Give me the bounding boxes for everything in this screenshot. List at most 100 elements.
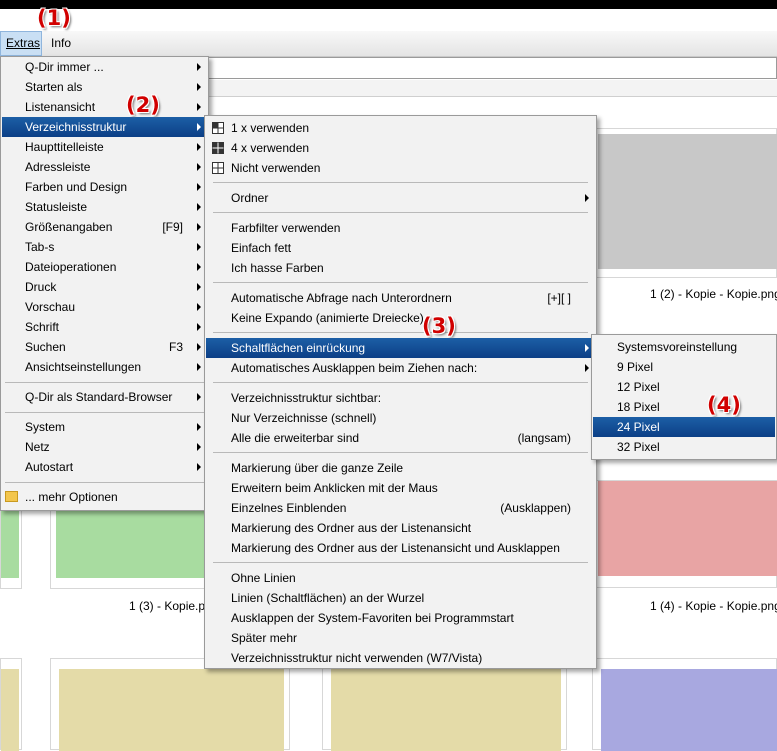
menu-item-label: ... mehr Optionen — [25, 490, 118, 504]
callout-4: (4) — [707, 393, 741, 417]
menu-item-label: Ordner — [231, 191, 269, 205]
menu-item-tabs[interactable]: Tab-s — [2, 237, 207, 257]
menu-item-schrift[interactable]: Schrift — [2, 317, 207, 337]
menu-item-statusleiste[interactable]: Statusleiste — [2, 197, 207, 217]
menu-item-24-pixel[interactable]: 24 Pixel — [593, 417, 775, 437]
menu-item-farben-design[interactable]: Farben und Design — [2, 177, 207, 197]
menu-item-einzelnes-einblenden[interactable]: Einzelnes Einblenden (Ausklappen) — [206, 498, 595, 518]
menu-item-einfach-fett[interactable]: Einfach fett — [206, 238, 595, 258]
menu-item-system-favoriten[interactable]: Ausklappen der System-Favoriten bei Prog… — [206, 608, 595, 628]
menu-item-label: Einzelnes Einblenden — [231, 501, 347, 515]
menu-item-spaeter-mehr[interactable]: Später mehr — [206, 628, 595, 648]
menu-item-nur-verzeichnisse[interactable]: Nur Verzeichnisse (schnell) — [206, 408, 595, 428]
menu-item-groessenangaben[interactable]: Größenangaben [F9] — [2, 217, 207, 237]
menu-item-standard-browser[interactable]: Q-Dir als Standard-Browser — [2, 387, 207, 407]
menu-item-markierung-listenansicht[interactable]: Markierung des Ordner aus der Listenansi… — [206, 518, 595, 538]
menu-item-mehr-optionen[interactable]: ... mehr Optionen — [2, 487, 207, 507]
menu-item-ansichtseinstellungen[interactable]: Ansichtseinstellungen — [2, 357, 207, 377]
submenu-arrow-icon — [197, 63, 201, 71]
menu-separator — [213, 562, 588, 563]
menu-item-autostart[interactable]: Autostart — [2, 457, 207, 477]
menu-item-label: Größenangaben — [25, 220, 113, 234]
thumbnail-caption: 1 (2) - Kopie - Kopie.png — [650, 287, 777, 301]
menu-item-12-pixel[interactable]: 12 Pixel — [593, 377, 775, 397]
menu-separator — [213, 382, 588, 383]
menu-item-label: 9 Pixel — [617, 360, 654, 374]
menu-item-label: Suchen — [25, 340, 66, 354]
menu-item-nicht-verwenden[interactable]: Nicht verwenden — [206, 158, 595, 178]
submenu-arrow-icon — [197, 263, 201, 271]
menu-item-haupttitelleiste[interactable]: Haupttitelleiste — [2, 137, 207, 157]
menu-item-struktur-sichtbar[interactable]: Verzeichnisstruktur sichtbar: — [206, 388, 595, 408]
menu-item-32-pixel[interactable]: 32 Pixel — [593, 437, 775, 457]
menu-item-erweitern-anklicken[interactable]: Erweitern beim Anklicken mit der Maus — [206, 478, 595, 498]
menu-item-struktur-nicht-verwenden[interactable]: Verzeichnisstruktur nicht verwenden (W7/… — [206, 648, 595, 668]
menu-info[interactable]: Info — [46, 31, 76, 56]
menu-item-label: Ausklappen der System-Favoriten bei Prog… — [231, 611, 514, 625]
menu-item-linien-wurzel[interactable]: Linien (Schaltflächen) an der Wurzel — [206, 588, 595, 608]
menu-item-label: Adressleiste — [25, 160, 91, 174]
menu-item-label: Später mehr — [231, 631, 298, 645]
menu-separator — [213, 332, 588, 333]
menu-item-label: Ohne Linien — [231, 571, 296, 585]
menu-item-label: Tab-s — [25, 240, 55, 254]
menu-item-schaltflaechen-einrueckung[interactable]: Schaltflächen einrückung — [206, 338, 595, 358]
menu-item-druck[interactable]: Druck — [2, 277, 207, 297]
thumbnail-yellow-1[interactable] — [50, 658, 290, 751]
menu-item-1x[interactable]: 1 x verwenden — [206, 118, 595, 138]
menu-extras[interactable]: Extras — [0, 31, 42, 56]
submenu-arrow-icon — [197, 183, 201, 191]
menu-item-qdir-immer[interactable]: Q-Dir immer ... — [2, 57, 207, 77]
menu-item-adressleiste[interactable]: Adressleiste — [2, 157, 207, 177]
menu-item-label: 1 x verwenden — [231, 121, 310, 135]
menu-item-markierung-ausklappen[interactable]: Markierung des Ordner aus der Listenansi… — [206, 538, 595, 558]
menu-item-label: Q-Dir als Standard-Browser — [25, 390, 173, 404]
menu-item-abfrage-unterordner[interactable]: Automatische Abfrage nach Unterordnern [+… — [206, 288, 595, 308]
menu-item-label: Markierung des Ordner aus der Listenansi… — [231, 541, 560, 555]
submenu-arrow-icon — [197, 423, 201, 431]
menu-separator — [5, 482, 204, 483]
menu-item-alle-erweiterbar[interactable]: Alle die erweiterbar sind (langsam) — [206, 428, 595, 448]
menu-item-vorschau[interactable]: Vorschau — [2, 297, 207, 317]
menu-item-system[interactable]: System — [2, 417, 207, 437]
menu-item-label: Listenansicht — [25, 100, 96, 114]
menu-item-shortcut: (Ausklappen) — [500, 501, 571, 515]
menu-item-farbfilter[interactable]: Farbfilter verwenden — [206, 218, 595, 238]
thumbnail-red[interactable] — [592, 480, 777, 588]
menu-item-9-pixel[interactable]: 9 Pixel — [593, 357, 775, 377]
menu-item-starten-als[interactable]: Starten als — [2, 77, 207, 97]
menu-item-ordner[interactable]: Ordner — [206, 188, 595, 208]
menu-item-label: Markierung über die ganze Zeile — [231, 461, 404, 475]
submenu-arrow-icon — [197, 83, 201, 91]
menu-item-label: Netz — [25, 440, 50, 454]
submenu-arrow-icon — [585, 194, 589, 202]
submenu-arrow-icon — [197, 243, 201, 251]
thumbnail-partial-bottom-left[interactable] — [0, 658, 22, 751]
thumbnail-caption: 1 (4) - Kopie - Kopie.png — [650, 599, 777, 613]
thumbnail-gray[interactable] — [592, 128, 777, 278]
thumbnail-partial-image — [1, 498, 19, 578]
thumbnail-yellow-2[interactable] — [322, 658, 567, 751]
menu-item-label: Druck — [25, 280, 57, 294]
menu-item-4x[interactable]: 4 x verwenden — [206, 138, 595, 158]
menu-item-18-pixel[interactable]: 18 Pixel — [593, 397, 775, 417]
menu-item-label: Verzeichnisstruktur nicht verwenden (W7/… — [231, 651, 483, 665]
thumbnail-blue[interactable] — [592, 658, 777, 751]
menu-item-listenansicht[interactable]: Listenansicht — [2, 97, 207, 117]
menu-item-systemsvoreinstellung[interactable]: Systemsvoreinstellung — [593, 337, 775, 357]
menu-item-shortcut: F3 — [168, 340, 183, 354]
menu-item-label: Vorschau — [25, 300, 76, 314]
menu-item-ohne-linien[interactable]: Ohne Linien — [206, 568, 595, 588]
menu-item-netz[interactable]: Netz — [2, 437, 207, 457]
submenu-arrow-icon — [197, 283, 201, 291]
menu-item-verzeichnisstruktur[interactable]: Verzeichnisstruktur — [2, 117, 207, 137]
submenu-arrow-icon — [197, 103, 201, 111]
menu-item-dateioperationen[interactable]: Dateioperationen — [2, 257, 207, 277]
menu-item-auto-ausklappen[interactable]: Automatisches Ausklappen beim Ziehen nac… — [206, 358, 595, 378]
submenu-arrow-icon — [197, 463, 201, 471]
menu-item-suchen[interactable]: Suchen F3 — [2, 337, 207, 357]
menu-item-keine-expando[interactable]: Keine Expando (animierte Dreiecke). — [206, 308, 595, 328]
address-bar[interactable] — [208, 57, 777, 79]
menu-item-markierung-zeile[interactable]: Markierung über die ganze Zeile — [206, 458, 595, 478]
menu-item-ich-hasse-farben[interactable]: Ich hasse Farben — [206, 258, 595, 278]
